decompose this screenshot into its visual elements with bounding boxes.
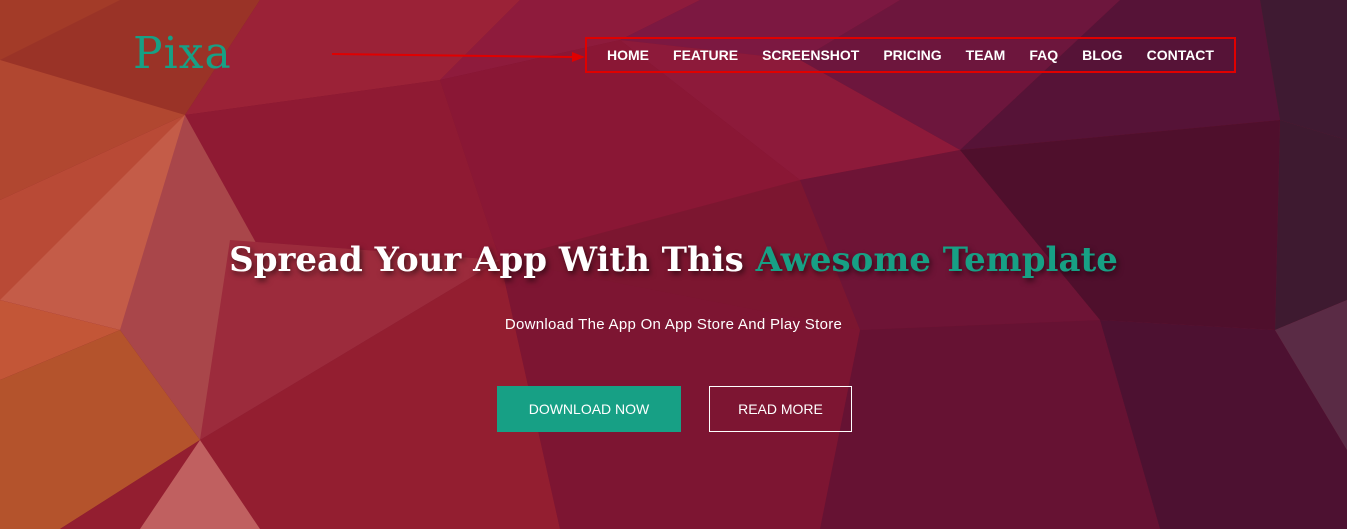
nav-blog[interactable]: BLOG [1082, 47, 1122, 63]
hero-title-main: Spread Your App With This [229, 240, 744, 280]
read-more-button[interactable]: READ MORE [709, 386, 852, 432]
hero-title-accent: Awesome Template [755, 240, 1118, 280]
nav-screenshot[interactable]: SCREENSHOT [762, 47, 859, 63]
nav-home[interactable]: HOME [607, 47, 649, 63]
nav-feature[interactable]: FEATURE [673, 47, 738, 63]
nav-team[interactable]: TEAM [966, 47, 1006, 63]
main-nav: HOME FEATURE SCREENSHOT PRICING TEAM FAQ… [585, 37, 1236, 73]
hero-subtitle: Download The App On App Store And Play S… [504, 316, 843, 333]
nav-faq[interactable]: FAQ [1029, 47, 1058, 63]
download-now-button[interactable]: DOWNLOAD NOW [497, 386, 681, 432]
nav-pricing[interactable]: PRICING [883, 47, 941, 63]
nav-contact[interactable]: CONTACT [1147, 47, 1214, 63]
hero-title: Spread Your App With This Awesome Templa… [0, 240, 1347, 280]
